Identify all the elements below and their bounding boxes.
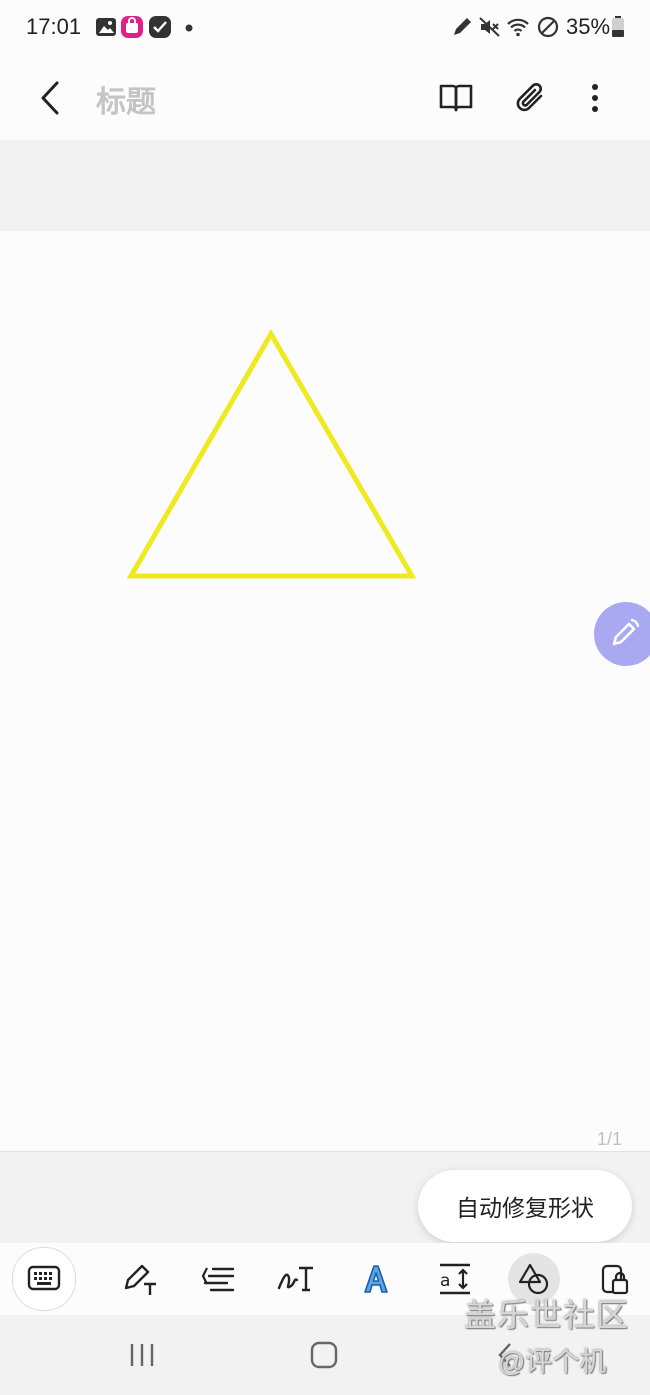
battery-icon (612, 16, 624, 37)
handwriting-button[interactable] (264, 1247, 328, 1311)
text-align-button[interactable] (186, 1247, 250, 1311)
keyboard-button[interactable] (12, 1247, 76, 1311)
text-align-icon (201, 1267, 235, 1292)
more-options-button[interactable] (567, 70, 623, 126)
book-icon (439, 84, 473, 112)
pen-signal-icon (612, 618, 640, 646)
wifi-icon (507, 18, 529, 37)
home-button[interactable] (294, 1335, 354, 1375)
back-arrow-icon (41, 81, 59, 115)
status-bar: 17:01 35% (0, 0, 650, 56)
handwriting-icon (277, 1266, 313, 1292)
check-app-icon (149, 16, 171, 38)
text-style-button[interactable] (344, 1247, 408, 1311)
battery-percent: 35% (566, 14, 611, 39)
more-icon (592, 84, 598, 112)
page-indicator: 1/1 (596, 1129, 622, 1149)
shop-icon (121, 16, 143, 38)
reading-mode-button[interactable] (428, 70, 484, 126)
recent-apps-icon (130, 1344, 154, 1366)
keyboard-icon (27, 1265, 61, 1291)
status-time: 17:01 (26, 14, 82, 39)
watermark-line1: 盖乐世社区 (464, 1297, 630, 1333)
drawn-triangle[interactable] (126, 329, 417, 579)
gallery-icon (96, 18, 116, 36)
watermark-line2: @评个机 (498, 1347, 607, 1377)
back-button[interactable] (24, 70, 80, 126)
toast-text: 自动修复形状 (456, 1195, 594, 1221)
header-band (0, 140, 650, 231)
mute-icon (479, 17, 500, 37)
dot-icon (185, 24, 193, 32)
pen-to-text-button[interactable] (108, 1247, 172, 1311)
floating-pen-button[interactable] (594, 602, 650, 666)
drawn-triangle-layer (126, 329, 417, 579)
text-style-icon (364, 1265, 388, 1293)
drawing-canvas[interactable]: 1/1 (0, 231, 650, 1151)
recent-apps-button[interactable] (112, 1335, 172, 1375)
no-disturb-icon (537, 16, 559, 38)
pen-text-icon (124, 1264, 156, 1295)
app-bar: 标题 (0, 56, 650, 140)
home-icon (310, 1341, 338, 1369)
attach-icon (516, 82, 543, 112)
pen-icon (454, 18, 471, 35)
title-input[interactable]: 标题 (96, 77, 156, 121)
attach-button[interactable] (503, 70, 559, 126)
auto-fix-shape-toast[interactable]: 自动修复形状 (418, 1170, 632, 1242)
svg-text:a: a (440, 1271, 450, 1291)
